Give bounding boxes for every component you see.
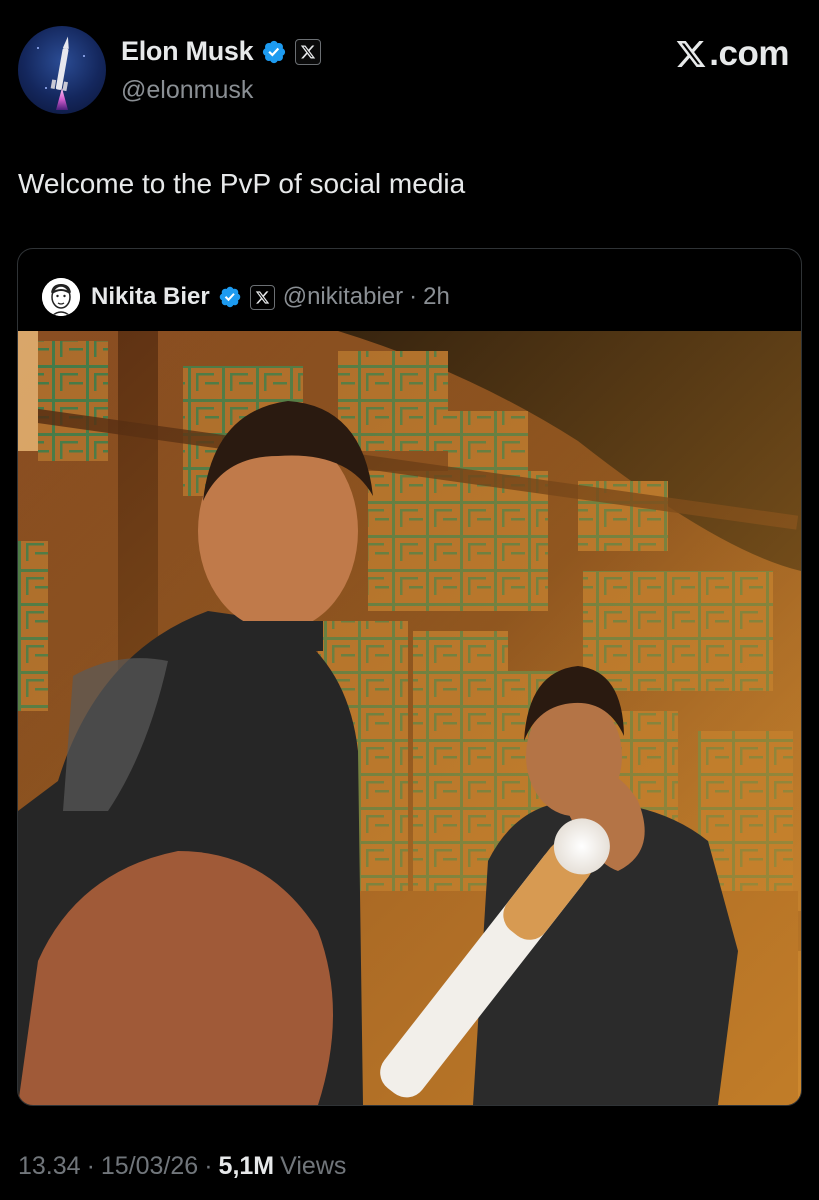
separator-dot: · bbox=[86, 1152, 95, 1180]
rocket-avatar-icon bbox=[37, 36, 85, 110]
x-affiliation-badge bbox=[295, 38, 322, 65]
quoted-author-avatar[interactable] bbox=[42, 278, 80, 316]
x-affiliation-badge bbox=[249, 284, 275, 310]
tweet-meta: 13.34 · 15/03/26 · 5,1M Views bbox=[18, 1152, 346, 1181]
quoted-author-name[interactable]: Nikita Bier bbox=[91, 283, 210, 311]
quoted-tweet-card[interactable]: Nikita Bier @nikitabier · 2h bbox=[17, 248, 802, 1106]
verified-badge-icon bbox=[263, 40, 286, 63]
tweet-text: Welcome to the PvP of social media bbox=[18, 168, 466, 199]
author-avatar[interactable] bbox=[18, 26, 106, 114]
quoted-tweet-photo[interactable] bbox=[18, 331, 801, 1105]
tweet-date[interactable]: 15/03/26 bbox=[101, 1152, 198, 1181]
separator-dot: · bbox=[409, 283, 418, 310]
xcom-text: .com bbox=[709, 34, 789, 73]
author-name[interactable]: Elon Musk bbox=[121, 36, 254, 67]
tweet-time[interactable]: 13.34 bbox=[18, 1152, 81, 1181]
tweet-header: Elon Musk @elonmusk .com bbox=[18, 26, 795, 116]
cartoon-face-avatar-icon bbox=[42, 278, 80, 316]
author-handle[interactable]: @elonmusk bbox=[121, 76, 253, 105]
x-logo-icon bbox=[676, 41, 706, 67]
quoted-author-handle[interactable]: @nikitabier bbox=[283, 283, 403, 311]
views-count[interactable]: 5,1M bbox=[219, 1152, 275, 1181]
photo-image bbox=[18, 331, 801, 1105]
quoted-tweet-header: Nikita Bier @nikitabier · 2h bbox=[42, 277, 450, 317]
views-label: Views bbox=[280, 1152, 347, 1180]
quoted-timestamp[interactable]: 2h bbox=[423, 283, 450, 311]
author-name-row: Elon Musk bbox=[121, 36, 322, 67]
xcom-watermark: .com bbox=[675, 34, 789, 74]
x-logo-icon bbox=[255, 290, 269, 304]
x-logo-icon bbox=[301, 45, 316, 58]
separator-dot: · bbox=[204, 1152, 213, 1180]
verified-badge-icon bbox=[219, 286, 240, 308]
